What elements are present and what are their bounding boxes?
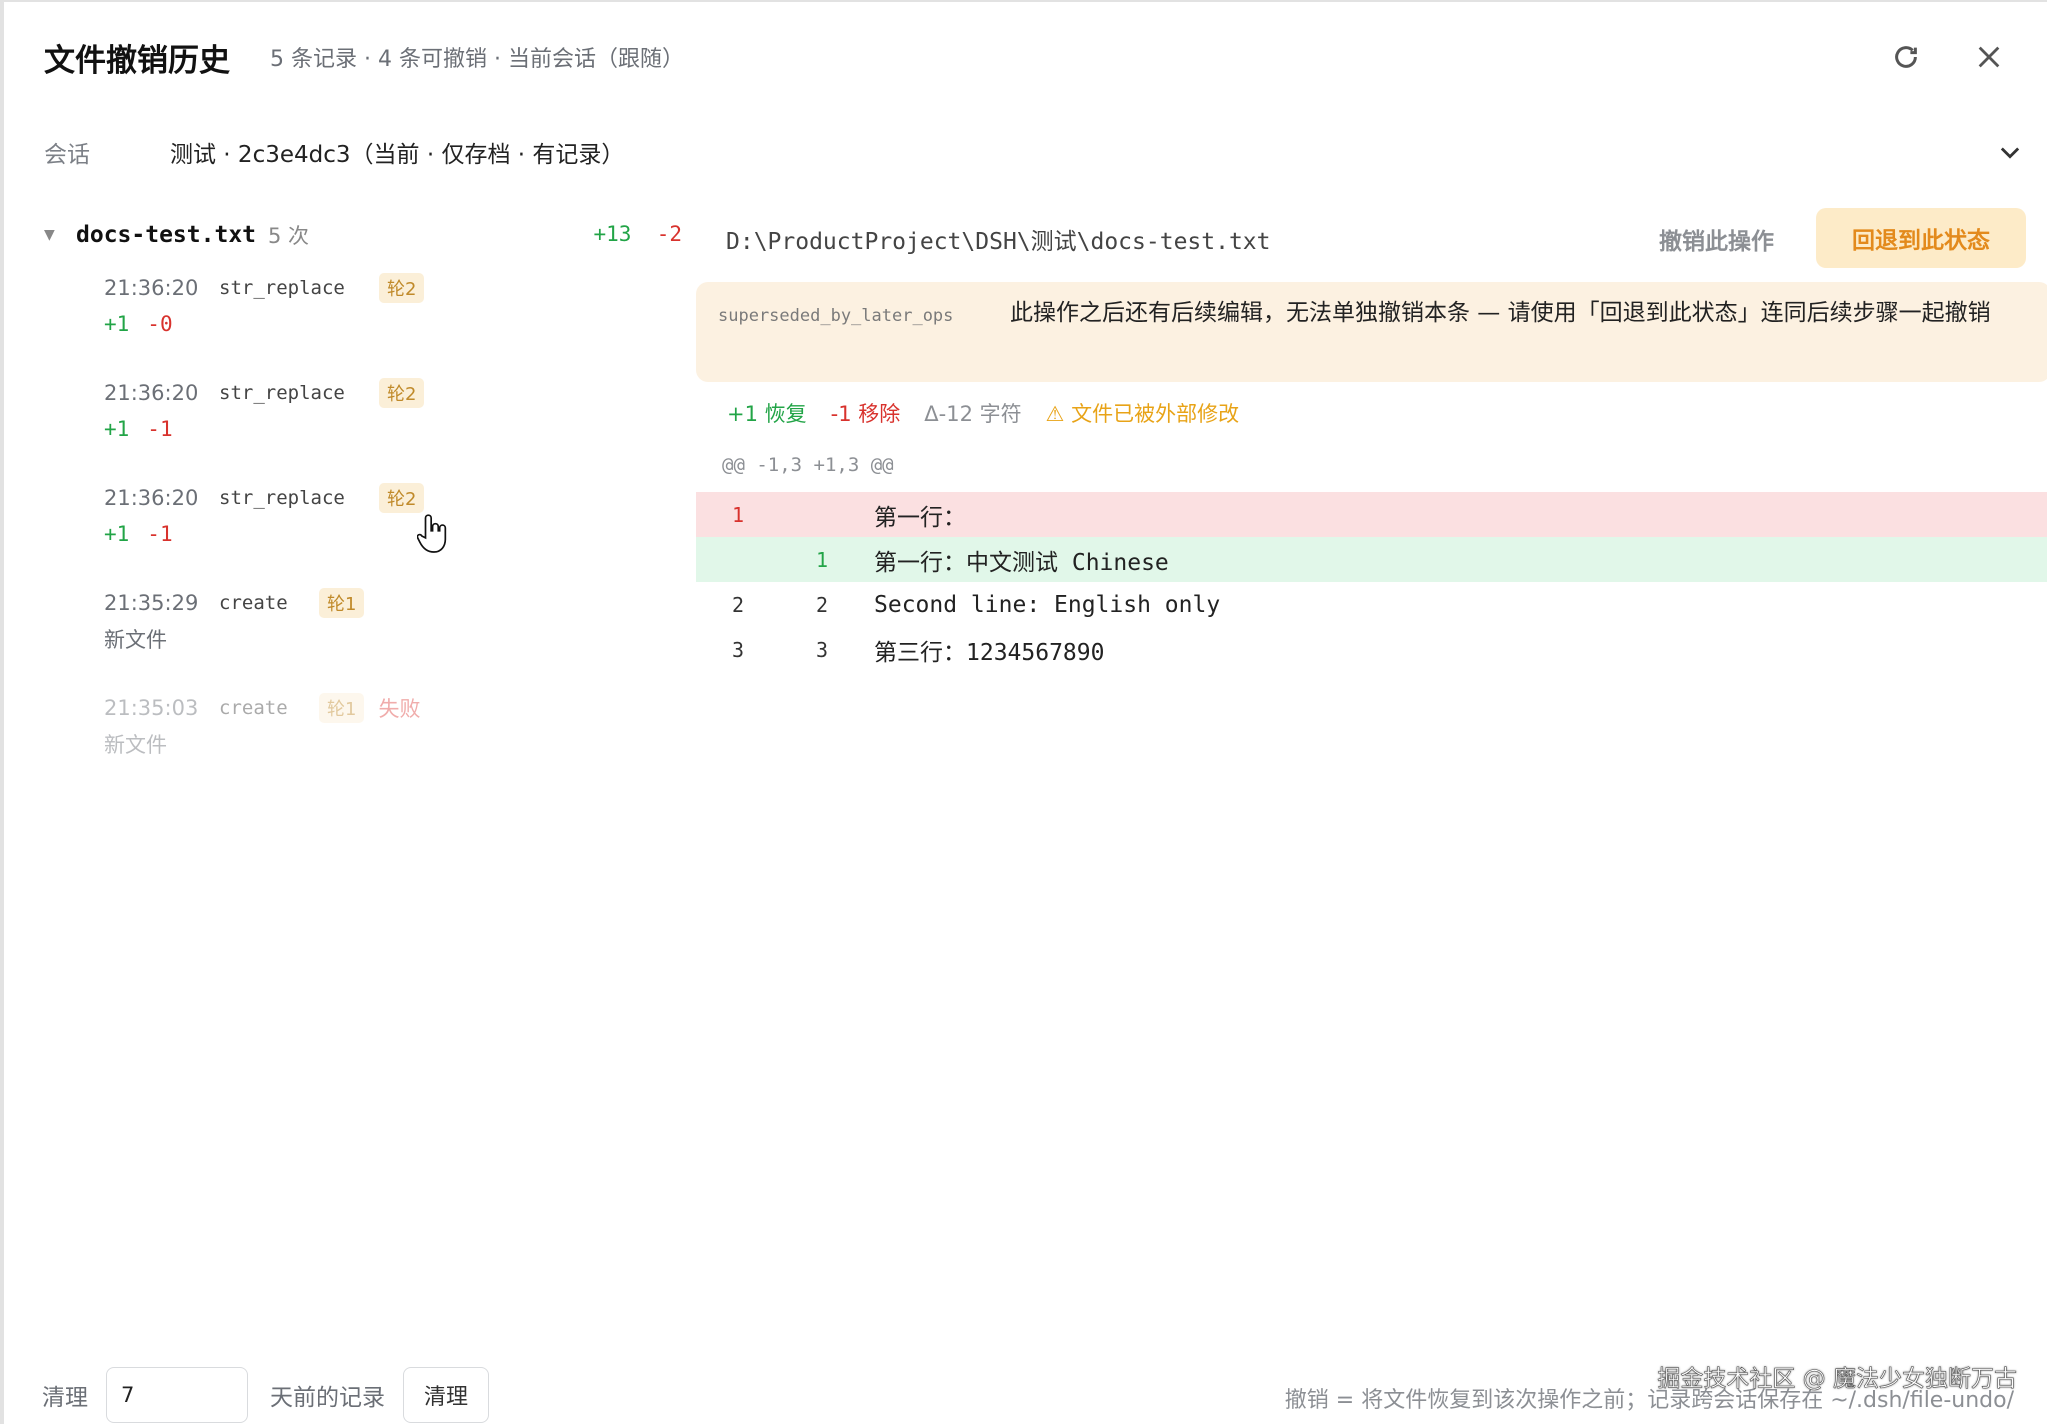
watermark: 掘金技术社区 @ 魔法少女独断万古 [1657, 1366, 2017, 1393]
file-additions: +13 [593, 222, 632, 246]
op-deletions: -1 [147, 417, 173, 441]
new-line-number: 2 [815, 592, 829, 617]
diff-line-text: Second line: English only [874, 591, 1221, 618]
diff-line-context: 3 3 第三行：1234567890 [696, 627, 2047, 672]
op-time: 21:36:20 [104, 486, 199, 510]
dialog-subtitle: 5 条记录 · 4 条可撤销 · 当前会话（跟随） [270, 47, 684, 72]
op-time: 21:36:20 [104, 276, 199, 300]
rollback-button[interactable]: 回退到此状态 [1816, 208, 2026, 268]
op-kind: str_replace [219, 487, 345, 509]
file-list-panel: ▼ docs-test.txt 5 次 +13 -2 21:36:20 str_… [42, 214, 682, 795]
op-time: 21:36:20 [104, 381, 199, 405]
diff-line-context: 2 2 Second line: English only [696, 582, 2047, 627]
operation-list: 21:36:20 str_replace 轮2 +1 -0 21:36:20 s… [42, 270, 682, 795]
op-additions: +1 [104, 312, 130, 336]
new-line-number: 3 [815, 637, 829, 662]
refresh-button[interactable] [1885, 36, 1927, 78]
file-path: D:\ProductProject\DSH\测试\docs-test.txt [726, 229, 1271, 255]
diff-line-removed: 1 第一行： [696, 492, 2047, 537]
old-line-number: 1 [731, 502, 745, 527]
undo-history-dialog: 文件撤销历史 5 条记录 · 4 条可撤销 · 当前会话（跟随） 会话 测试 ·… [0, 0, 2047, 1424]
dialog-title: 文件撤销历史 [44, 42, 230, 79]
close-icon [1978, 46, 2000, 68]
restore-count: +1 恢复 [727, 402, 807, 426]
notice-code: superseded_by_later_ops [718, 306, 954, 326]
days-suffix: 天前的记录 [270, 1385, 385, 1411]
detail-panel: D:\ProductProject\DSH\测试\docs-test.txt 撤… [696, 208, 2047, 672]
operation-item-failed[interactable]: 21:35:03 create 轮1 失败 新文件 [42, 690, 682, 795]
diff-line-added: 1 第一行：中文测试 Chinese [696, 537, 2047, 582]
notice-banner: superseded_by_later_ops 此操作之后还有后续编辑，无法单独… [696, 282, 2047, 382]
op-status: 失败 [378, 697, 421, 721]
session-dropdown-toggle[interactable] [1996, 138, 2024, 166]
round-badge: 轮2 [379, 378, 425, 408]
new-line-number: 1 [815, 547, 829, 572]
session-label: 会话 [44, 142, 90, 168]
notice-text: 此操作之后还有后续编辑，无法单独撤销本条 — 请使用「回退到此状态」连同后续步骤… [1010, 300, 1991, 326]
close-button[interactable] [1968, 36, 2010, 78]
cleanup-button[interactable]: 清理 [403, 1367, 490, 1423]
round-badge: 轮2 [379, 273, 425, 303]
external-modified-warning: ⚠ 文件已被外部修改 [1045, 402, 1240, 426]
remove-count: -1 移除 [830, 402, 901, 426]
round-badge: 轮1 [319, 588, 365, 618]
op-time: 21:35:29 [104, 591, 199, 615]
diff-line-text: 第一行： [874, 504, 966, 531]
op-deletions: -0 [147, 312, 173, 336]
round-badge: 轮2 [379, 483, 425, 513]
refresh-icon [1895, 46, 1917, 68]
operation-item[interactable]: 21:35:29 create 轮1 新文件 [42, 585, 682, 690]
file-group-header[interactable]: ▼ docs-test.txt 5 次 +13 -2 [42, 214, 682, 256]
file-name: docs-test.txt [76, 222, 257, 248]
op-note: 新文件 [104, 628, 167, 652]
file-op-count: 5 次 [268, 224, 310, 248]
diff-hunk-header: @@ -1,3 +1,3 @@ [722, 454, 894, 476]
days-input[interactable] [106, 1367, 248, 1423]
diff-line-text: 第一行：中文测试 Chinese [874, 549, 1169, 576]
op-kind: create [219, 592, 288, 614]
op-kind: create [219, 697, 288, 719]
char-delta: Δ-12 字符 [924, 402, 1022, 426]
op-additions: +1 [104, 522, 130, 546]
file-stats: +13 -2 [593, 222, 682, 246]
op-kind: str_replace [219, 382, 345, 404]
session-select[interactable]: 测试 · 2c3e4dc3（当前 · 仅存档 · 有记录） [170, 135, 2024, 169]
op-note: 新文件 [104, 733, 167, 757]
detail-header: D:\ProductProject\DSH\测试\docs-test.txt 撤… [696, 208, 2047, 268]
operation-item[interactable]: 21:36:20 str_replace 轮2 +1 -1 [42, 375, 682, 480]
op-deletions: -1 [147, 522, 173, 546]
session-row: 会话 测试 · 2c3e4dc3（当前 · 仅存档 · 有记录） [44, 130, 2024, 174]
op-additions: +1 [104, 417, 130, 441]
dialog-header: 文件撤销历史 5 条记录 · 4 条可撤销 · 当前会话（跟随） [44, 32, 684, 82]
op-time: 21:35:03 [104, 696, 199, 720]
caret-down-icon[interactable]: ▼ [42, 227, 76, 243]
diff-stats: +1 恢复 -1 移除 Δ-12 字符 ⚠ 文件已被外部修改 [696, 388, 2047, 438]
file-deletions: -2 [656, 222, 682, 246]
diff-line-text: 第三行：1234567890 [874, 639, 1105, 666]
diff-view: 1 第一行： 1 第一行：中文测试 Chinese 2 2 Second lin… [696, 492, 2047, 672]
cleanup-label: 清理 [42, 1385, 88, 1411]
op-kind: str_replace [219, 277, 345, 299]
undo-operation-button[interactable]: 撤销此操作 [1641, 216, 1792, 262]
operation-item[interactable]: 21:36:20 str_replace 轮2 +1 -1 [42, 480, 682, 585]
operation-item[interactable]: 21:36:20 str_replace 轮2 +1 -0 [42, 270, 682, 375]
old-line-number: 3 [731, 637, 745, 662]
chevron-down-icon [2000, 147, 2020, 159]
old-line-number: 2 [731, 592, 745, 617]
round-badge: 轮1 [319, 693, 365, 723]
